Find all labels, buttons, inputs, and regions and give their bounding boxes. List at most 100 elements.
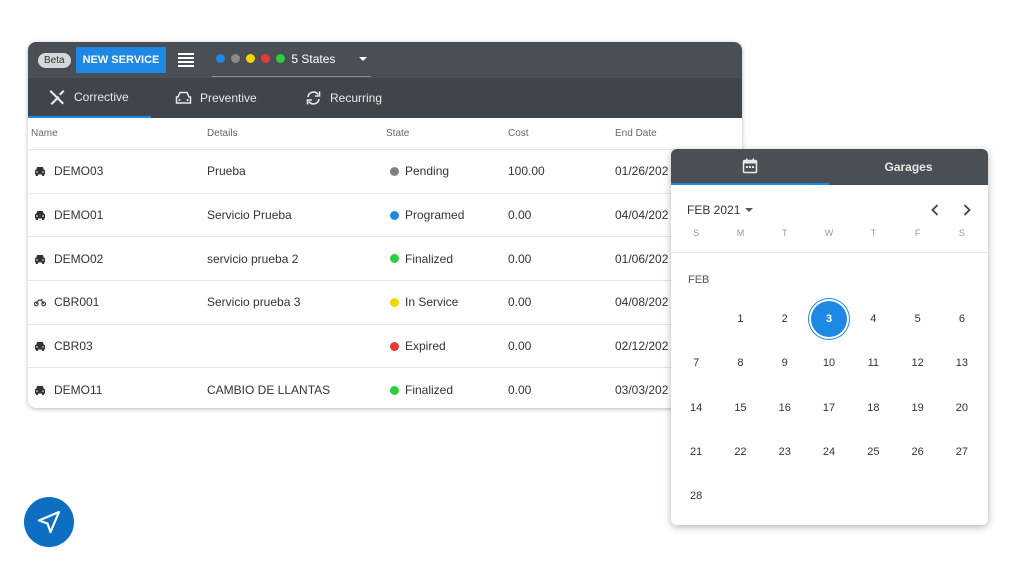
caret-down-icon <box>359 56 368 61</box>
service-tabs: Corrective Preventive Recurring <box>28 78 742 118</box>
car-icon <box>34 254 46 264</box>
state-filter-select[interactable]: 5 States <box>212 42 372 77</box>
day-number: 8 <box>737 357 744 370</box>
day-button[interactable]: 18 <box>851 386 895 430</box>
day-button[interactable]: 19 <box>895 386 939 430</box>
weekday-label: S <box>693 228 700 238</box>
column-header-state[interactable]: State <box>386 128 508 139</box>
day-number: 19 <box>911 401 924 414</box>
next-month-button[interactable] <box>958 201 976 219</box>
vehicle-name: DEMO03 <box>54 164 104 179</box>
day-button[interactable]: 2 <box>763 297 807 341</box>
cell-state: Pending <box>386 164 508 178</box>
list-view-icon[interactable] <box>178 53 195 67</box>
day-button[interactable]: 10 <box>807 341 851 385</box>
day-button[interactable]: 23 <box>763 430 807 474</box>
day-number: 22 <box>734 446 747 459</box>
month-name: FEB <box>688 274 710 286</box>
vehicle-name: DEMO01 <box>54 208 104 223</box>
weekday-label: T <box>781 228 788 238</box>
cell-cost: 0.00 <box>508 295 532 310</box>
day-button[interactable]: 8 <box>718 341 762 385</box>
column-header-details[interactable]: Details <box>207 128 386 139</box>
navigation-fab[interactable] <box>24 497 74 547</box>
previous-month-button[interactable] <box>926 201 944 219</box>
tab-date[interactable] <box>671 149 829 185</box>
sync-icon <box>306 91 321 105</box>
month-year-select[interactable]: FEB 2021 <box>687 203 740 217</box>
state-color-dots <box>216 50 291 68</box>
day-number: 27 <box>955 446 969 459</box>
day-button[interactable]: 26 <box>895 430 939 474</box>
table-row[interactable]: DEMO02 servicio prueba 2 Finalized 0.00 01/0… <box>28 237 742 282</box>
day-button[interactable]: 16 <box>763 386 807 430</box>
day-button[interactable]: 14 <box>674 386 718 430</box>
day-button[interactable]: 22 <box>718 430 762 474</box>
state-label: Finalized <box>405 251 454 266</box>
month-navigation <box>926 201 976 219</box>
table-row[interactable]: DEMO11 CAMBIO DE LLANTAS Finalized 0.00 03/0… <box>28 368 742 408</box>
cell-cost: 0.00 <box>508 339 532 354</box>
vehicle-name: DEMO11 <box>54 383 103 398</box>
day-button[interactable]: 13 <box>940 341 984 385</box>
vehicle-name: CBR001 <box>54 295 100 310</box>
day-number: 2 <box>781 313 788 326</box>
day-button[interactable]: 25 <box>851 430 895 474</box>
tab-recurring[interactable]: Recurring <box>279 78 382 118</box>
tab-preventive[interactable]: Preventive <box>151 78 279 118</box>
day-button[interactable]: 12 <box>895 341 939 385</box>
selected-day-button[interactable]: 3 <box>807 297 851 341</box>
beta-badge: Beta <box>38 52 71 68</box>
day-button[interactable]: 15 <box>718 386 762 430</box>
day-number: 3 <box>811 301 848 338</box>
day-button[interactable]: 5 <box>895 297 939 341</box>
state-label: Programed <box>405 208 465 223</box>
services-panel: Beta NEW SERVICE 5 States Corrective Pre… <box>28 42 742 408</box>
new-service-button[interactable]: NEW SERVICE <box>75 47 167 73</box>
day-button[interactable]: 28 <box>674 474 718 518</box>
table-row[interactable]: CBR03 Expired 0.00 02/12/202 <box>28 325 742 369</box>
day-button[interactable]: 7 <box>674 341 718 385</box>
day-button[interactable]: 9 <box>763 341 807 385</box>
column-header-cost[interactable]: Cost <box>508 128 615 139</box>
day-number: 21 <box>690 446 703 459</box>
day-number: 4 <box>870 313 877 326</box>
caret-down-icon[interactable] <box>745 208 754 212</box>
cell-state: Expired <box>386 339 508 353</box>
state-dot <box>276 53 286 63</box>
table-row[interactable]: DEMO03 Prueba Pending 100.00 01/26/202 <box>28 150 742 194</box>
day-button[interactable]: 17 <box>807 386 851 430</box>
day-button[interactable]: 11 <box>851 341 895 385</box>
day-button[interactable]: 24 <box>807 430 851 474</box>
day-button[interactable]: 6 <box>940 297 984 341</box>
car-icon <box>34 210 46 221</box>
tab-label: Recurring <box>330 91 383 105</box>
day-number: 28 <box>690 490 703 503</box>
column-header-end-date[interactable]: End Date <box>615 128 725 139</box>
vehicle-name: DEMO02 <box>54 251 104 266</box>
day-button[interactable]: 4 <box>851 297 895 341</box>
cell-details: CAMBIO DE LLANTAS <box>207 383 331 398</box>
divider <box>671 252 988 253</box>
cell-name: DEMO11 <box>28 383 207 397</box>
column-header-name[interactable]: Name <box>28 128 207 139</box>
tab-garages[interactable]: Garages <box>829 149 988 185</box>
day-number: 24 <box>822 446 836 459</box>
cell-details: servicio prueba 2 <box>207 251 299 266</box>
cell-state: Programed <box>386 208 508 222</box>
table-row[interactable]: DEMO01 Servicio Prueba Programed 0.00 04/04/… <box>28 194 742 238</box>
tab-corrective[interactable]: Corrective <box>28 78 151 118</box>
state-label: In Service <box>405 295 459 310</box>
day-button[interactable]: 1 <box>718 297 762 341</box>
chevron-right-icon <box>963 204 971 216</box>
day-button[interactable]: 20 <box>940 386 984 430</box>
state-dot <box>390 210 399 220</box>
cell-details: Servicio prueba 3 <box>207 295 301 310</box>
day-button[interactable]: 21 <box>674 430 718 474</box>
weekday-header: SMTWTFS <box>671 228 988 244</box>
day-button[interactable]: 27 <box>940 430 984 474</box>
car-icon <box>34 166 46 177</box>
state-dot <box>390 166 399 176</box>
table-row[interactable]: CBR001 Servicio prueba 3 In Service 0.00 04/… <box>28 281 742 325</box>
cell-state: Finalized <box>386 252 508 266</box>
